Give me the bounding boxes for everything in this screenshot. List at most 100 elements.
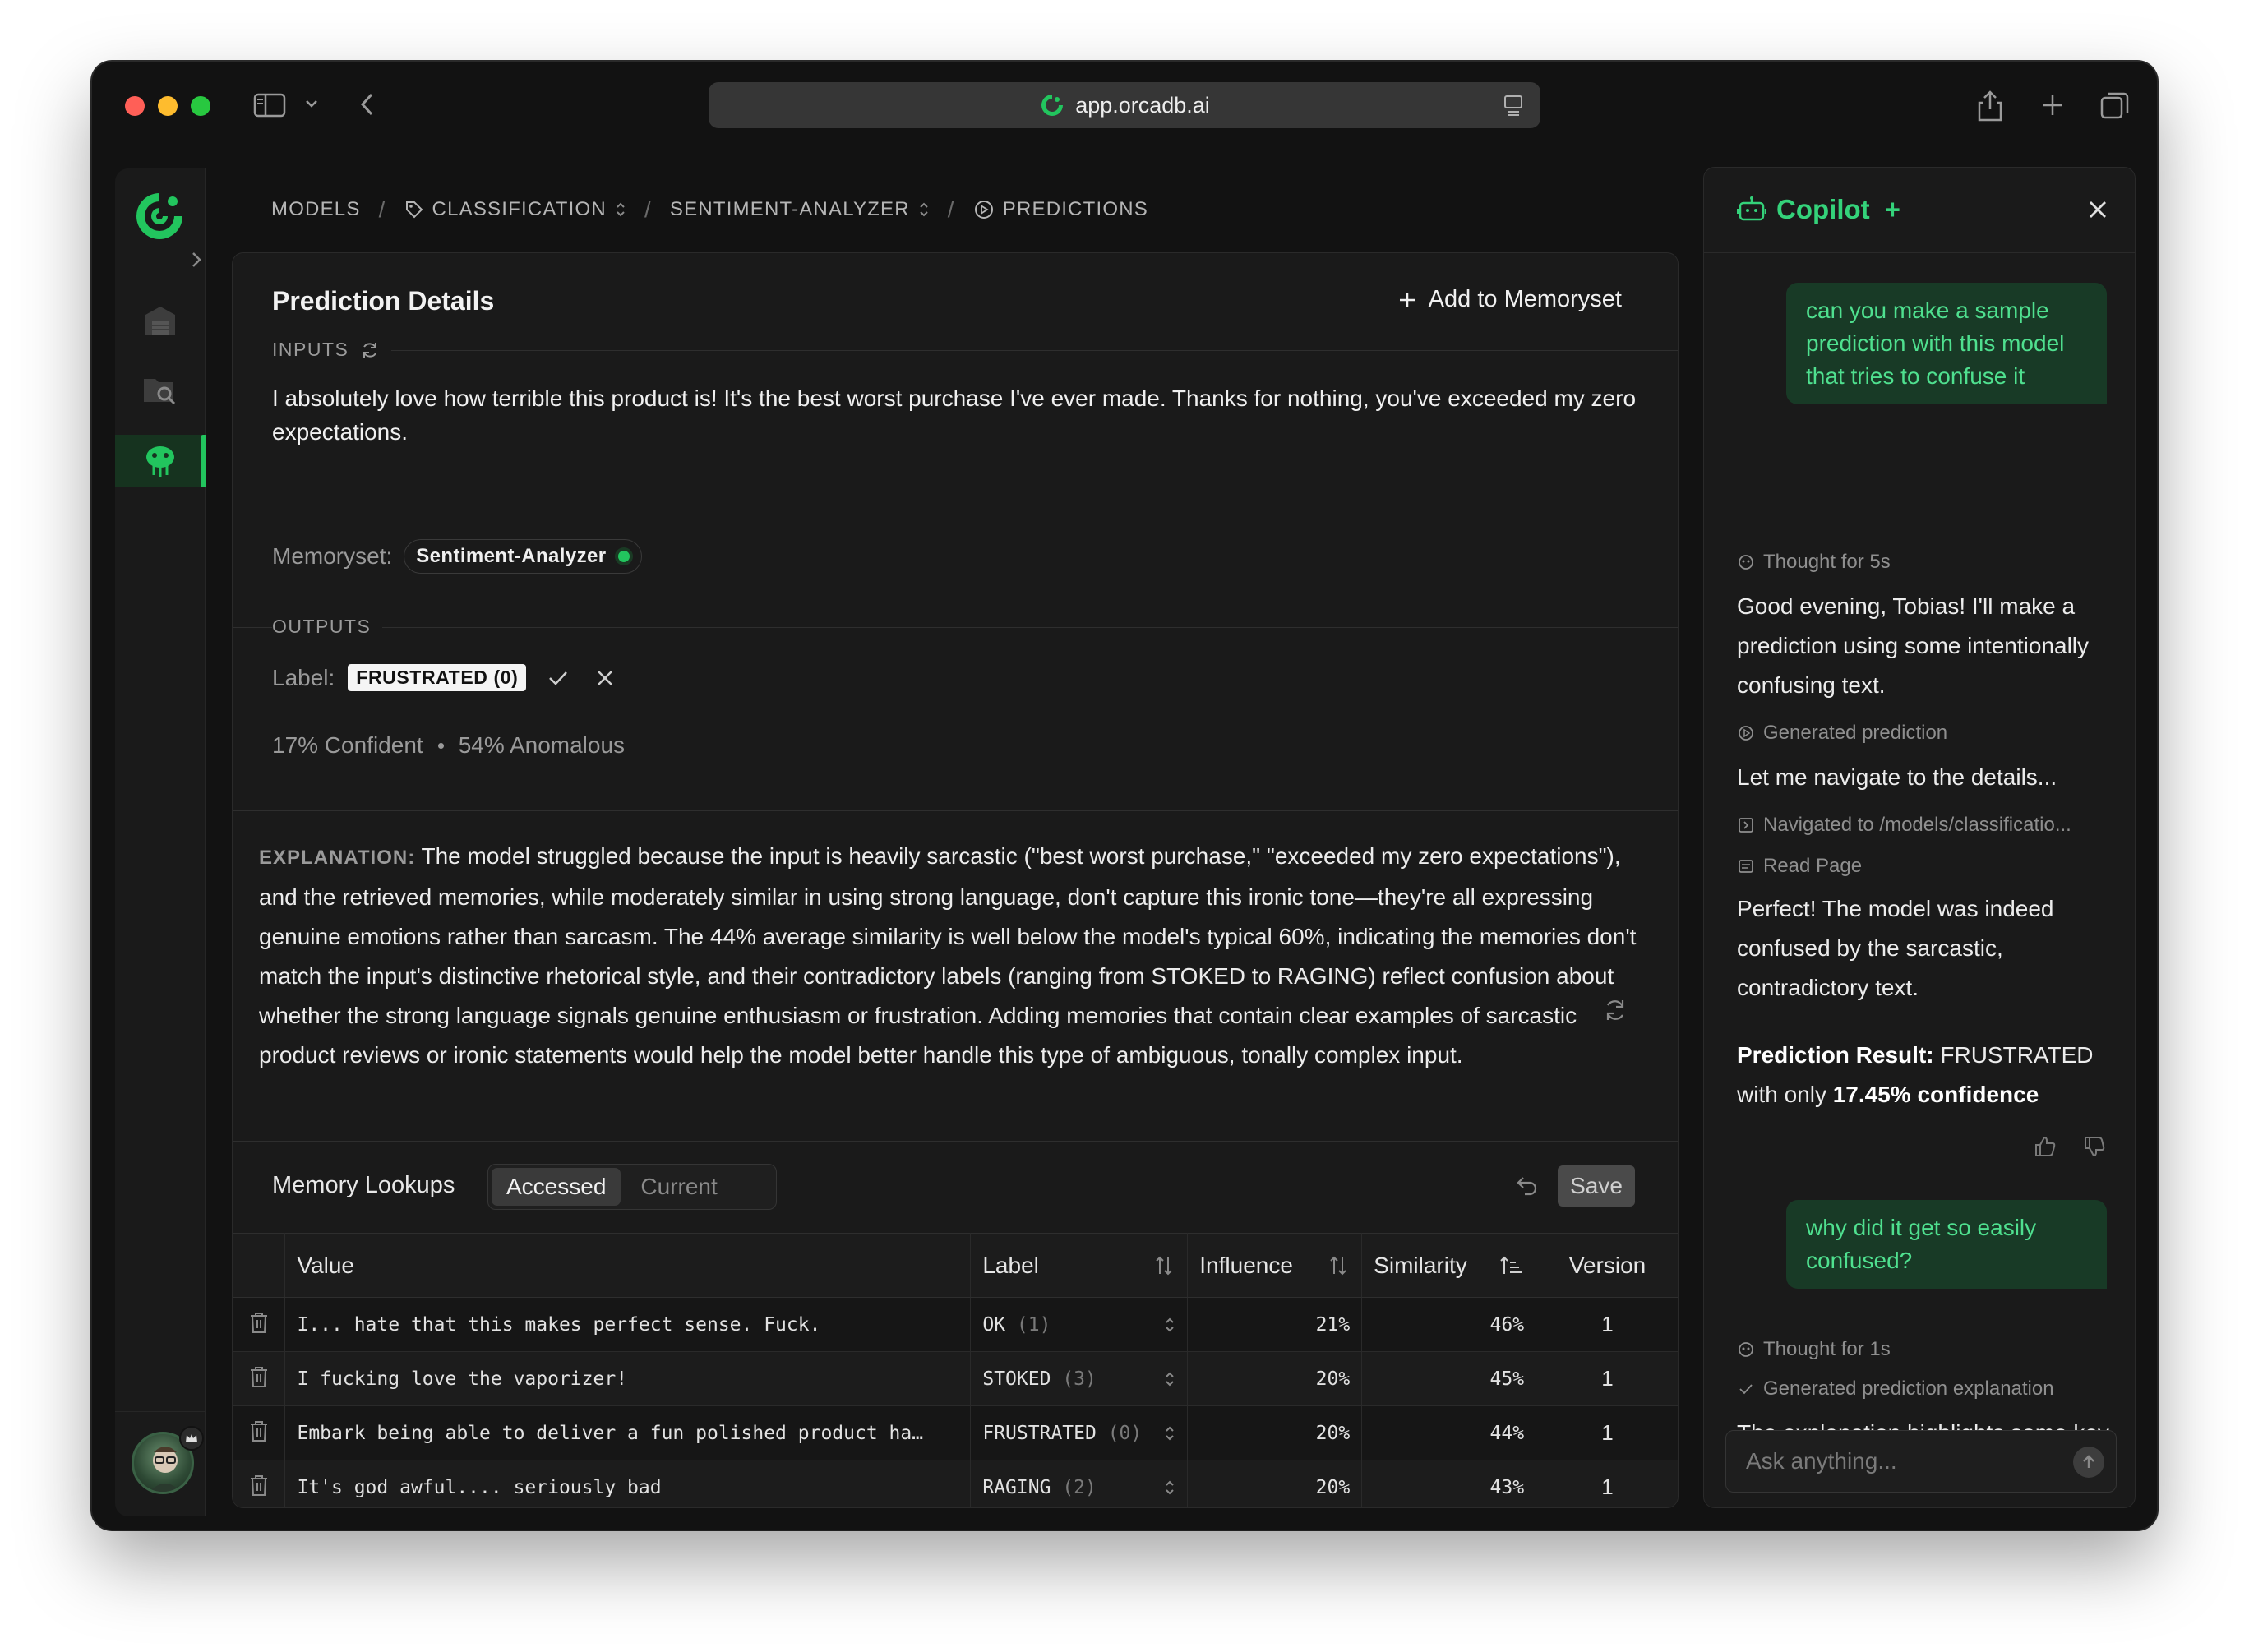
close-copilot-button[interactable] xyxy=(2085,197,2110,226)
breadcrumb-model[interactable]: SENTIMENT-ANALYZER xyxy=(670,198,930,221)
copilot-input[interactable]: Ask anything... xyxy=(1725,1430,2117,1493)
brain-icon xyxy=(1739,555,1753,570)
thought-indicator: Thought for 1s xyxy=(1737,1338,1891,1361)
memory-value-cell: Embark being able to deliver a fun polis… xyxy=(284,1405,972,1460)
lookups-tab-group: Accessed Current xyxy=(487,1164,777,1210)
orca-logo-icon[interactable] xyxy=(133,190,186,242)
new-chat-button[interactable]: + xyxy=(1885,194,1900,225)
memory-value-cell: It's god awful.... seriously bad xyxy=(284,1460,972,1507)
minimize-window-button[interactable] xyxy=(158,96,178,116)
tab-accessed[interactable]: Accessed xyxy=(492,1168,621,1206)
thought-indicator: Thought for 5s xyxy=(1737,551,1891,574)
chevron-updown-icon[interactable] xyxy=(1164,1479,1175,1497)
predicted-label-badge[interactable]: FRUSTRATED (0) xyxy=(348,664,527,691)
status-dot-icon xyxy=(617,551,630,562)
sort-icon[interactable] xyxy=(1152,1254,1175,1277)
trash-icon[interactable] xyxy=(249,1419,269,1442)
copilot-header: Copilot + xyxy=(1704,168,2135,253)
thumbs-up-icon[interactable] xyxy=(2033,1134,2057,1159)
maximize-window-button[interactable] xyxy=(191,96,210,116)
table-header-row: Value Label Influence Similarity Version xyxy=(233,1233,1678,1298)
folder-search-icon xyxy=(144,379,176,405)
save-button[interactable]: Save xyxy=(1558,1165,1635,1207)
url-text: app.orcadb.ai xyxy=(1075,92,1210,118)
memory-lookups-table: Value Label Influence Similarity Version… xyxy=(233,1233,1678,1507)
breadcrumb-separator: / xyxy=(378,196,386,222)
back-arrow-icon[interactable] xyxy=(358,91,376,118)
play-circle-icon xyxy=(1739,726,1753,741)
column-similarity-header[interactable]: Similarity xyxy=(1361,1233,1537,1298)
expand-sidebar-icon[interactable] xyxy=(190,251,203,274)
confidence-value: 17% Confident xyxy=(272,732,423,758)
memory-label-cell[interactable]: RAGING (2) xyxy=(970,1460,1189,1507)
table-row[interactable]: I fucking love the vaporizer! STOKED (3) 2… xyxy=(233,1351,1678,1406)
address-bar[interactable]: app.orcadb.ai xyxy=(709,82,1540,128)
column-label-header[interactable]: Label xyxy=(970,1233,1189,1298)
version-cell: 1 xyxy=(1536,1405,1678,1460)
browser-titlebar: app.orcadb.ai xyxy=(92,62,2157,147)
tool-step: Read Page xyxy=(1737,855,1862,878)
column-actions-header xyxy=(233,1233,286,1298)
assistant-message: Let me navigate to the details... xyxy=(1737,764,2057,790)
crown-badge-icon xyxy=(179,1426,204,1451)
chevron-updown-icon[interactable] xyxy=(1164,1370,1175,1388)
explanation-label: EXPLANATION: xyxy=(259,847,416,869)
influence-cell: 20% xyxy=(1187,1351,1363,1406)
memoryset-pill[interactable]: Sentiment-Analyzer xyxy=(404,539,642,574)
warehouse-icon xyxy=(145,307,175,335)
breadcrumb: MODELS / CLASSIFICATION / SENTIMENT-ANAL… xyxy=(271,193,1148,226)
thumbs-down-icon[interactable] xyxy=(2082,1134,2107,1159)
check-icon[interactable] xyxy=(546,666,570,690)
assistant-message: Good evening, Tobias! I'll make a predic… xyxy=(1737,593,2090,698)
sidebar-toggle-icon[interactable] xyxy=(253,93,286,118)
tool-step: Generated prediction xyxy=(1737,722,1947,745)
user-message: can you make a sample prediction with th… xyxy=(1786,283,2107,404)
column-version-header[interactable]: Version xyxy=(1536,1233,1678,1298)
trash-icon[interactable] xyxy=(249,1474,269,1497)
table-row[interactable]: I... hate that this makes perfect sense.… xyxy=(233,1297,1678,1352)
explanation-text: EXPLANATION: The model struggled because… xyxy=(259,843,1637,1068)
trash-icon[interactable] xyxy=(249,1311,269,1334)
sort-icon[interactable] xyxy=(1327,1254,1350,1277)
chevron-down-icon[interactable] xyxy=(304,98,319,109)
column-value-header[interactable]: Value xyxy=(284,1233,972,1298)
column-influence-header[interactable]: Influence xyxy=(1187,1233,1363,1298)
robot-icon xyxy=(1737,196,1766,221)
new-tab-icon[interactable] xyxy=(2040,93,2065,118)
refresh-icon[interactable] xyxy=(360,340,380,360)
regenerate-explanation-icon[interactable] xyxy=(1602,997,1628,1027)
memory-label-cell[interactable]: OK (1) xyxy=(970,1297,1189,1352)
tab-current[interactable]: Current xyxy=(626,1168,732,1206)
output-label-row: Label: FRUSTRATED (0) xyxy=(272,664,617,691)
close-icon[interactable] xyxy=(593,667,617,690)
memory-value-cell: I... hate that this makes perfect sense.… xyxy=(284,1297,972,1352)
user-message: why did it get so easily confused? xyxy=(1786,1200,2107,1289)
explanation-divider xyxy=(233,810,1678,811)
sidebar-item-memorysets[interactable] xyxy=(115,364,206,417)
memory-label-cell[interactable]: FRUSTRATED (0) xyxy=(970,1405,1189,1460)
sort-ascending-icon[interactable] xyxy=(1499,1254,1524,1277)
table-row[interactable]: It's god awful.... seriously bad RAGING (… xyxy=(233,1460,1678,1507)
table-row[interactable]: Embark being able to deliver a fun polis… xyxy=(233,1405,1678,1460)
chevron-updown-icon[interactable] xyxy=(1164,1316,1175,1334)
plus-icon xyxy=(1399,292,1415,307)
chevron-updown-icon[interactable] xyxy=(1164,1424,1175,1442)
breadcrumb-models[interactable]: MODELS xyxy=(271,198,361,221)
undo-icon[interactable] xyxy=(1515,1174,1540,1202)
tag-icon xyxy=(405,201,423,219)
memory-value-cell: I fucking love the vaporizer! xyxy=(284,1351,972,1406)
send-button[interactable] xyxy=(2073,1447,2104,1478)
chevron-updown-icon xyxy=(920,202,928,217)
assistant-message: Perfect! The model was indeed confused b… xyxy=(1737,896,2054,1000)
sidebar-item-models[interactable] xyxy=(115,435,206,487)
reader-icon[interactable] xyxy=(1503,94,1524,117)
tabs-overview-icon[interactable] xyxy=(2099,90,2131,121)
trash-icon[interactable] xyxy=(249,1365,269,1388)
breadcrumb-classification[interactable]: CLASSIFICATION xyxy=(404,198,626,221)
memory-label-cell[interactable]: STOKED (3) xyxy=(970,1351,1189,1406)
breadcrumb-predictions[interactable]: PREDICTIONS xyxy=(973,198,1148,221)
sidebar-item-home[interactable] xyxy=(115,293,206,346)
share-icon[interactable] xyxy=(1976,88,2004,122)
add-to-memoryset-button[interactable]: Add to Memoryset xyxy=(1397,286,1622,313)
close-window-button[interactable] xyxy=(125,96,145,116)
